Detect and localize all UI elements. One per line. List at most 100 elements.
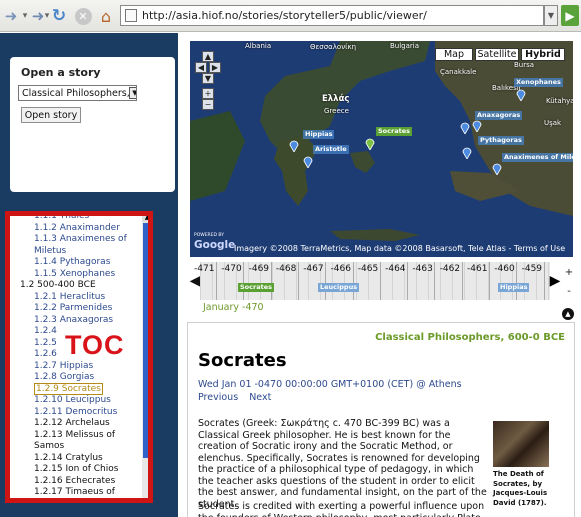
story-title: Classical Philosophers, 600-0 BCE bbox=[375, 332, 565, 343]
timeline-tick-label: -469 bbox=[248, 264, 270, 274]
timeline-tick-line bbox=[379, 262, 381, 300]
timeline-tick-line bbox=[216, 262, 217, 300]
map-type-hybrid-button[interactable]: Hybrid bbox=[521, 48, 565, 61]
reload-icon[interactable]: ↻ bbox=[49, 6, 69, 26]
open-story-title: Open a story bbox=[21, 66, 101, 79]
toc-annotation: TOC bbox=[65, 330, 125, 360]
timeline-tick-label: -461 bbox=[467, 264, 488, 274]
timeline-tick-line bbox=[352, 262, 354, 300]
article-heading: Socrates bbox=[198, 350, 287, 371]
place-label: Ελλάς bbox=[322, 94, 350, 104]
url-history-dropdown-icon[interactable]: ▼ bbox=[544, 5, 558, 26]
timeline-tick-label: -470 bbox=[221, 264, 242, 274]
story-select[interactable]: Classical Philosophers, ▼ bbox=[18, 85, 137, 101]
url-bar[interactable]: http://asia.hiof.no/stories/storyteller5… bbox=[120, 5, 544, 26]
timeline-tick-label: -467 bbox=[303, 264, 324, 274]
powered-by-label: POWERED BY bbox=[194, 233, 225, 238]
map-marker-label[interactable]: Anaxagoras bbox=[475, 111, 523, 120]
story-select-value: Classical Philosophers, bbox=[22, 87, 130, 99]
timeline-tick-label: -459 bbox=[521, 264, 543, 274]
timeline-tick-label: -460 bbox=[494, 264, 515, 274]
timeline-event[interactable]: Socrates bbox=[238, 283, 274, 292]
place-label: Bulgaria bbox=[390, 42, 420, 50]
place-label: Kütahya bbox=[546, 97, 573, 105]
article-paragraph: Socrates (Greek: Σωκράτης c. 470 BC-399 … bbox=[198, 418, 487, 510]
map-marker-icon[interactable] bbox=[460, 121, 470, 134]
timeline-tick-line bbox=[461, 262, 463, 300]
place-label: Çanakkale bbox=[440, 68, 477, 76]
pan-down-icon[interactable]: ▼ bbox=[202, 73, 214, 84]
map-marker-icon[interactable] bbox=[516, 88, 526, 101]
go-icon[interactable]: ▶ bbox=[561, 5, 579, 26]
place-label: Θεσσαλονίκη bbox=[310, 43, 357, 51]
timeline-tick-line bbox=[489, 262, 490, 300]
previous-link[interactable]: Previous bbox=[198, 392, 238, 403]
map-marker-label[interactable]: Aristotle bbox=[313, 145, 349, 154]
timeline-tick-label: -468 bbox=[275, 264, 297, 274]
place-label: Uşak bbox=[544, 119, 562, 127]
google-logo: Google bbox=[194, 239, 236, 251]
pan-left-icon[interactable]: ◀ bbox=[195, 62, 207, 73]
timeline-tick-label: -471 bbox=[194, 264, 215, 274]
map[interactable]: Map Satellite Hybrid ▲ ◀ ▶ ▼ + − Albania… bbox=[190, 41, 573, 257]
timeline-tick-label: -464 bbox=[385, 264, 406, 274]
place-label: Bursa bbox=[514, 61, 535, 69]
place-label: Greece bbox=[324, 107, 349, 115]
back-history-dropdown-icon[interactable]: ▾ bbox=[20, 6, 30, 26]
home-icon[interactable]: ⌂ bbox=[96, 6, 116, 26]
zoom-out-icon[interactable]: − bbox=[202, 99, 214, 110]
open-story-box: Open a story Classical Philosophers, ▼ O… bbox=[10, 57, 175, 192]
chevron-down-icon[interactable]: ▼ bbox=[129, 87, 136, 99]
map-marker-icon[interactable] bbox=[289, 139, 299, 152]
timeline-right-arrow-icon[interactable]: ▶ bbox=[550, 262, 561, 300]
timeline-tick-line bbox=[516, 262, 518, 300]
socrates-painting-image bbox=[493, 421, 549, 467]
timeline-event[interactable]: Leucippus bbox=[318, 283, 360, 292]
stop-icon[interactable]: ✕ bbox=[73, 6, 93, 26]
open-story-button[interactable]: Open story bbox=[21, 107, 81, 123]
map-marker-label[interactable]: Anaximenes of Mile bbox=[502, 153, 573, 162]
timeline-tick-line bbox=[407, 262, 409, 300]
browser-toolbar: ➜ ▾ ➜ ▾ ↻ ✕ ⌂ http://asia.hiof.no/storie… bbox=[0, 0, 581, 32]
map-type-map-button[interactable]: Map bbox=[435, 48, 473, 61]
timeline[interactable]: ◀ -471 -470 -469 -468 -467 -466 -465 -464 -463 -4… bbox=[190, 262, 563, 300]
image-caption: The Death of Socrates, by Jacques-Louis … bbox=[493, 470, 548, 507]
map-attribution[interactable]: Imagery ©2008 TerraMetrics, Map data ©20… bbox=[234, 244, 565, 253]
timeline-tick-line bbox=[434, 262, 436, 300]
article-meta-link[interactable]: Wed Jan 01 -0470 00:00:00 GMT+0100 (CET)… bbox=[198, 379, 462, 390]
map-marker-label[interactable]: Xenophanes bbox=[514, 78, 563, 87]
back-arrow-icon[interactable]: ➜ bbox=[2, 6, 20, 26]
article-panel: Classical Philosophers, 600-0 BCE Socrat… bbox=[187, 322, 575, 517]
map-marker-icon[interactable] bbox=[303, 155, 313, 168]
timeline-event[interactable]: Hippias bbox=[498, 283, 530, 292]
pan-right-icon[interactable]: ▶ bbox=[209, 62, 221, 73]
next-link[interactable]: Next bbox=[249, 392, 271, 403]
timeline-tick-label: -463 bbox=[412, 264, 433, 274]
timeline-tick-line bbox=[297, 262, 299, 300]
map-marker-icon[interactable] bbox=[462, 146, 472, 159]
timeline-tick-line bbox=[325, 262, 327, 300]
url-text[interactable]: http://asia.hiof.no/stories/storyteller5… bbox=[142, 9, 427, 22]
timeline-tick-line bbox=[543, 262, 545, 300]
article-nav: Previous Next bbox=[198, 392, 279, 403]
collapse-icon[interactable]: ▲ bbox=[562, 308, 574, 320]
place-label: Albania bbox=[245, 42, 272, 50]
timeline-zoom-out-button[interactable]: - bbox=[563, 285, 575, 297]
map-type-satellite-button[interactable]: Satellite bbox=[475, 48, 519, 61]
timeline-tick-label: -465 bbox=[357, 264, 379, 274]
timeline-zoom-in-button[interactable]: + bbox=[563, 266, 575, 278]
map-marker-label[interactable]: Pythagoras bbox=[478, 136, 524, 145]
timeline-tick-line bbox=[243, 262, 245, 300]
zoom-in-icon[interactable]: + bbox=[202, 88, 214, 99]
map-marker-label[interactable]: Hippias bbox=[303, 130, 335, 139]
article-paragraph: Socrates is credited with exerting a pow… bbox=[198, 501, 485, 517]
map-terrain bbox=[190, 41, 573, 257]
map-marker-label-active[interactable]: Socrates bbox=[376, 127, 412, 136]
map-marker-icon-active[interactable] bbox=[365, 137, 375, 150]
pan-up-icon[interactable]: ▲ bbox=[202, 51, 214, 62]
map-marker-icon[interactable] bbox=[472, 119, 482, 132]
map-marker-icon[interactable] bbox=[492, 162, 502, 175]
timeline-band[interactable]: -471 -470 -469 -468 -467 -466 -465 -464 -463 -462… bbox=[194, 262, 550, 300]
timeline-tick-line bbox=[270, 262, 272, 300]
page-icon bbox=[125, 9, 137, 22]
